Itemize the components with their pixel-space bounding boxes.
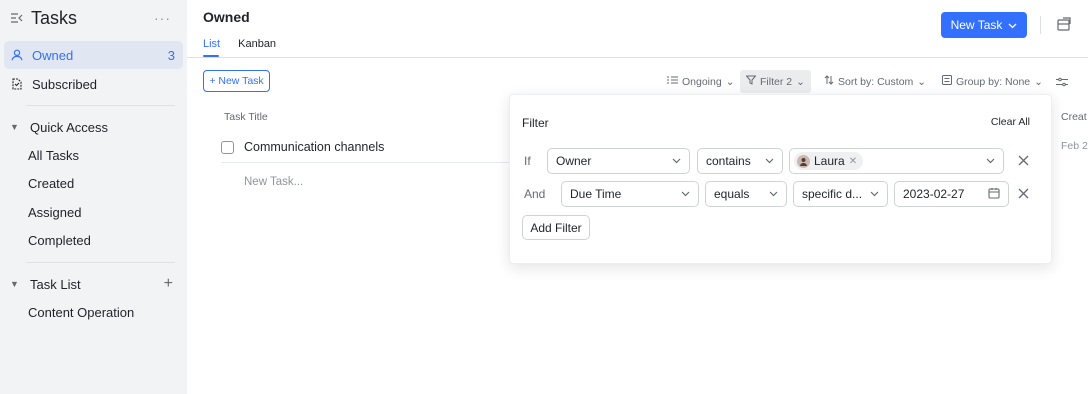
chevron-down-icon bbox=[986, 156, 995, 166]
filter-field-value: Due Time bbox=[570, 187, 622, 201]
filter-date-mode-value: specific d... bbox=[802, 187, 863, 201]
filter-field-select[interactable]: Owner bbox=[547, 148, 690, 174]
filter-condition-row: And Due Time equals specific d... 2023-0… bbox=[510, 181, 1051, 207]
filter-operator-select[interactable]: contains bbox=[697, 148, 783, 174]
add-task-list-icon[interactable]: + bbox=[164, 275, 173, 293]
chevron-down-icon bbox=[672, 156, 681, 166]
settings-sliders-icon[interactable] bbox=[1056, 70, 1068, 93]
sidebar-item-owned[interactable]: Owned 3 bbox=[4, 41, 183, 69]
quick-access-title: Quick Access bbox=[30, 119, 109, 135]
filter-field-select[interactable]: Due Time bbox=[561, 181, 699, 207]
group-button[interactable]: Group by: None ⌄ bbox=[942, 70, 1043, 93]
chevron-down-icon bbox=[681, 189, 690, 199]
filter-button[interactable]: Filter 2 ⌄ bbox=[740, 70, 811, 93]
table-row[interactable]: Communication channels bbox=[221, 137, 521, 157]
sidebar-item-created[interactable]: Created bbox=[0, 170, 187, 199]
sort-button[interactable]: Sort by: Custom ⌄ bbox=[824, 70, 926, 93]
chevron-down-icon bbox=[1008, 18, 1017, 32]
sidebar-item-subscribed[interactable]: Subscribed bbox=[4, 70, 183, 98]
task-list-group[interactable]: ▼ Task List + bbox=[0, 270, 187, 298]
chevron-down-icon: ⌄ bbox=[796, 75, 805, 88]
status-filter-button[interactable]: Ongoing ⌄ bbox=[667, 70, 735, 93]
sidebar-header: Tasks ··· bbox=[0, 0, 187, 36]
collapse-sidebar-icon[interactable] bbox=[10, 11, 24, 25]
user-chip[interactable]: Laura ✕ bbox=[794, 152, 864, 170]
filter-operator-value: contains bbox=[706, 154, 751, 168]
page-title: Owned bbox=[203, 9, 250, 25]
sidebar: Tasks ··· Owned 3 Subscribed ▼ Quick Acc… bbox=[0, 0, 187, 394]
filter-date-input[interactable]: 2023-02-27 bbox=[894, 181, 1009, 207]
header-separator bbox=[1040, 16, 1041, 34]
new-task-button[interactable]: New Task bbox=[941, 12, 1027, 38]
add-task-button[interactable]: + New Task bbox=[203, 70, 270, 92]
column-header-created[interactable]: Creat bbox=[1061, 111, 1087, 123]
filter-date-mode-select[interactable]: specific d... bbox=[793, 181, 888, 207]
remove-condition-icon[interactable] bbox=[1015, 152, 1031, 168]
tab-list[interactable]: List bbox=[203, 38, 220, 57]
filter-operator-value: equals bbox=[714, 187, 750, 201]
new-task-button-label: New Task bbox=[950, 18, 1003, 32]
row-divider bbox=[221, 162, 511, 163]
sidebar-divider bbox=[26, 262, 175, 263]
filter-operator-select[interactable]: equals bbox=[705, 181, 787, 207]
group-label: Group by: None bbox=[956, 75, 1031, 88]
clear-all-button[interactable]: Clear All bbox=[991, 116, 1030, 128]
sidebar-item-all-tasks[interactable]: All Tasks bbox=[0, 141, 187, 170]
sidebar-item-label: Owned bbox=[32, 47, 74, 63]
task-list-title: Task List bbox=[30, 276, 81, 292]
filter-condition-row: If Owner contains Laura ✕ bbox=[510, 148, 1051, 174]
filter-funnel-icon bbox=[745, 75, 757, 88]
open-window-icon[interactable] bbox=[1056, 16, 1072, 32]
task-checkbox[interactable] bbox=[221, 140, 234, 154]
status-list-icon bbox=[667, 75, 678, 88]
filter-date-value: 2023-02-27 bbox=[903, 187, 965, 201]
filter-field-value: Owner bbox=[556, 154, 592, 168]
app-title: Tasks bbox=[31, 7, 78, 28]
task-created-date: Feb 2 bbox=[1061, 140, 1088, 152]
new-task-inline-input[interactable]: New Task... bbox=[244, 176, 303, 188]
chevron-down-icon: ⌄ bbox=[1034, 75, 1043, 88]
collapse-triangle-icon: ▼ bbox=[10, 122, 19, 132]
sidebar-item-completed[interactable]: Completed bbox=[0, 227, 187, 256]
quick-access-group[interactable]: ▼ Quick Access bbox=[0, 113, 187, 141]
view-tabs: List Kanban bbox=[203, 38, 276, 57]
person-icon bbox=[10, 48, 24, 62]
status-filter-label: Ongoing bbox=[682, 75, 722, 88]
column-header-task-title[interactable]: Task Title bbox=[224, 111, 268, 123]
collapse-triangle-icon: ▼ bbox=[10, 279, 19, 289]
filter-conjunction: And bbox=[524, 187, 546, 201]
more-options-icon[interactable]: ··· bbox=[154, 10, 177, 26]
chevron-down-icon bbox=[765, 156, 774, 166]
remove-chip-icon[interactable]: ✕ bbox=[849, 156, 857, 167]
remove-condition-icon[interactable] bbox=[1015, 185, 1031, 201]
tabs-divider bbox=[187, 57, 1088, 58]
user-chip-label: Laura bbox=[814, 154, 845, 168]
sidebar-divider bbox=[26, 105, 175, 106]
filter-conjunction: If bbox=[524, 154, 531, 168]
task-title[interactable]: Communication channels bbox=[244, 140, 384, 154]
chevron-down-icon: ⌄ bbox=[725, 75, 735, 88]
avatar bbox=[797, 154, 810, 168]
filter-popover-title: Filter bbox=[522, 116, 549, 130]
subscribe-icon bbox=[10, 77, 24, 91]
sort-icon bbox=[824, 75, 834, 88]
chevron-down-icon bbox=[769, 189, 778, 199]
tab-kanban[interactable]: Kanban bbox=[238, 38, 276, 57]
sidebar-item-label: Subscribed bbox=[32, 76, 98, 92]
sort-label: Sort by: Custom bbox=[838, 75, 914, 88]
calendar-icon[interactable] bbox=[988, 187, 1000, 201]
owned-count-badge: 3 bbox=[167, 47, 175, 63]
add-filter-button[interactable]: Add Filter bbox=[522, 215, 590, 240]
filter-popover: Filter Clear All If Owner contains Laura bbox=[509, 94, 1052, 264]
chevron-down-icon: ⌄ bbox=[917, 75, 927, 88]
filter-value-container: Laura ✕ bbox=[794, 152, 980, 170]
filter-label: Filter 2 bbox=[760, 75, 793, 88]
group-icon bbox=[942, 75, 952, 88]
sidebar-item-assigned[interactable]: Assigned bbox=[0, 198, 187, 227]
filter-value-select[interactable]: Laura ✕ bbox=[789, 148, 1004, 174]
chevron-down-icon bbox=[870, 189, 879, 199]
sidebar-item-content-operation[interactable]: Content Operation bbox=[0, 298, 187, 327]
